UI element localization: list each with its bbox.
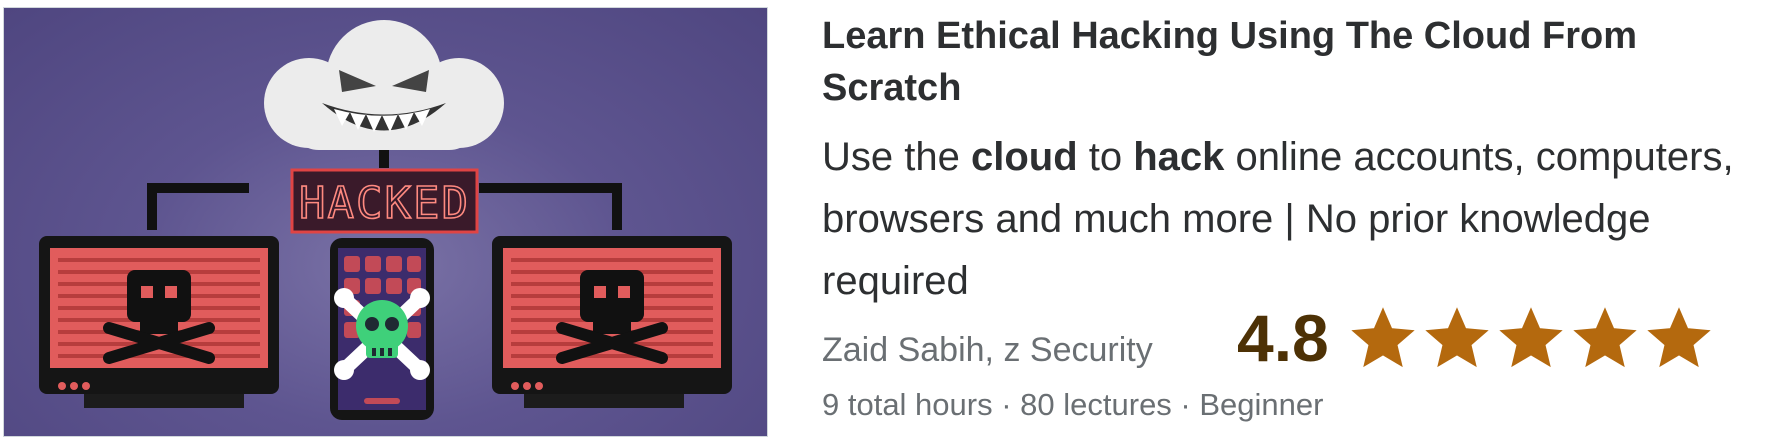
- course-title[interactable]: Learn Ethical Hacking Using The Cloud Fr…: [822, 10, 1762, 114]
- lecture-count: 80 lectures: [1020, 387, 1172, 422]
- instructor-names: Zaid Sabih, z Security: [822, 331, 1153, 369]
- rating-stars: [1351, 306, 1711, 370]
- star-filled-icon: [1573, 307, 1637, 368]
- headline-text: Use the: [822, 135, 971, 179]
- course-meta: 9 total hours · 80 lectures · Beginner: [822, 385, 1323, 425]
- headline-text: to: [1077, 135, 1134, 179]
- course-level: Beginner: [1199, 387, 1324, 422]
- total-hours: 9 total hours: [822, 387, 993, 422]
- phone-icon: [330, 238, 434, 420]
- evil-cloud-icon: [264, 20, 504, 150]
- meta-separator: ·: [1171, 387, 1200, 422]
- course-card[interactable]: HACKED Learn Ethical Hacking Using The C…: [0, 0, 1770, 442]
- headline-keyword-cloud: cloud: [970, 135, 1078, 179]
- course-rating: 4.8: [1237, 302, 1711, 374]
- right-monitor-icon: [492, 236, 732, 408]
- star-filled-icon: [1499, 307, 1563, 368]
- headline-keyword-hack: hack: [1133, 135, 1225, 179]
- course-thumbnail[interactable]: HACKED: [3, 7, 768, 437]
- star-filled-icon: [1647, 307, 1711, 368]
- course-headline: Use the cloud to hack online accounts, c…: [822, 126, 1762, 312]
- star-filled-icon: [1351, 307, 1415, 368]
- meta-separator: ·: [992, 387, 1021, 422]
- star-filled-icon: [1425, 307, 1489, 368]
- left-monitor-icon: [39, 236, 279, 408]
- rating-number: 4.8: [1237, 301, 1329, 375]
- svg-text:HACKED: HACKED: [299, 178, 470, 229]
- hacked-sign: HACKED: [290, 168, 479, 234]
- hacked-illustration: HACKED: [39, 20, 732, 420]
